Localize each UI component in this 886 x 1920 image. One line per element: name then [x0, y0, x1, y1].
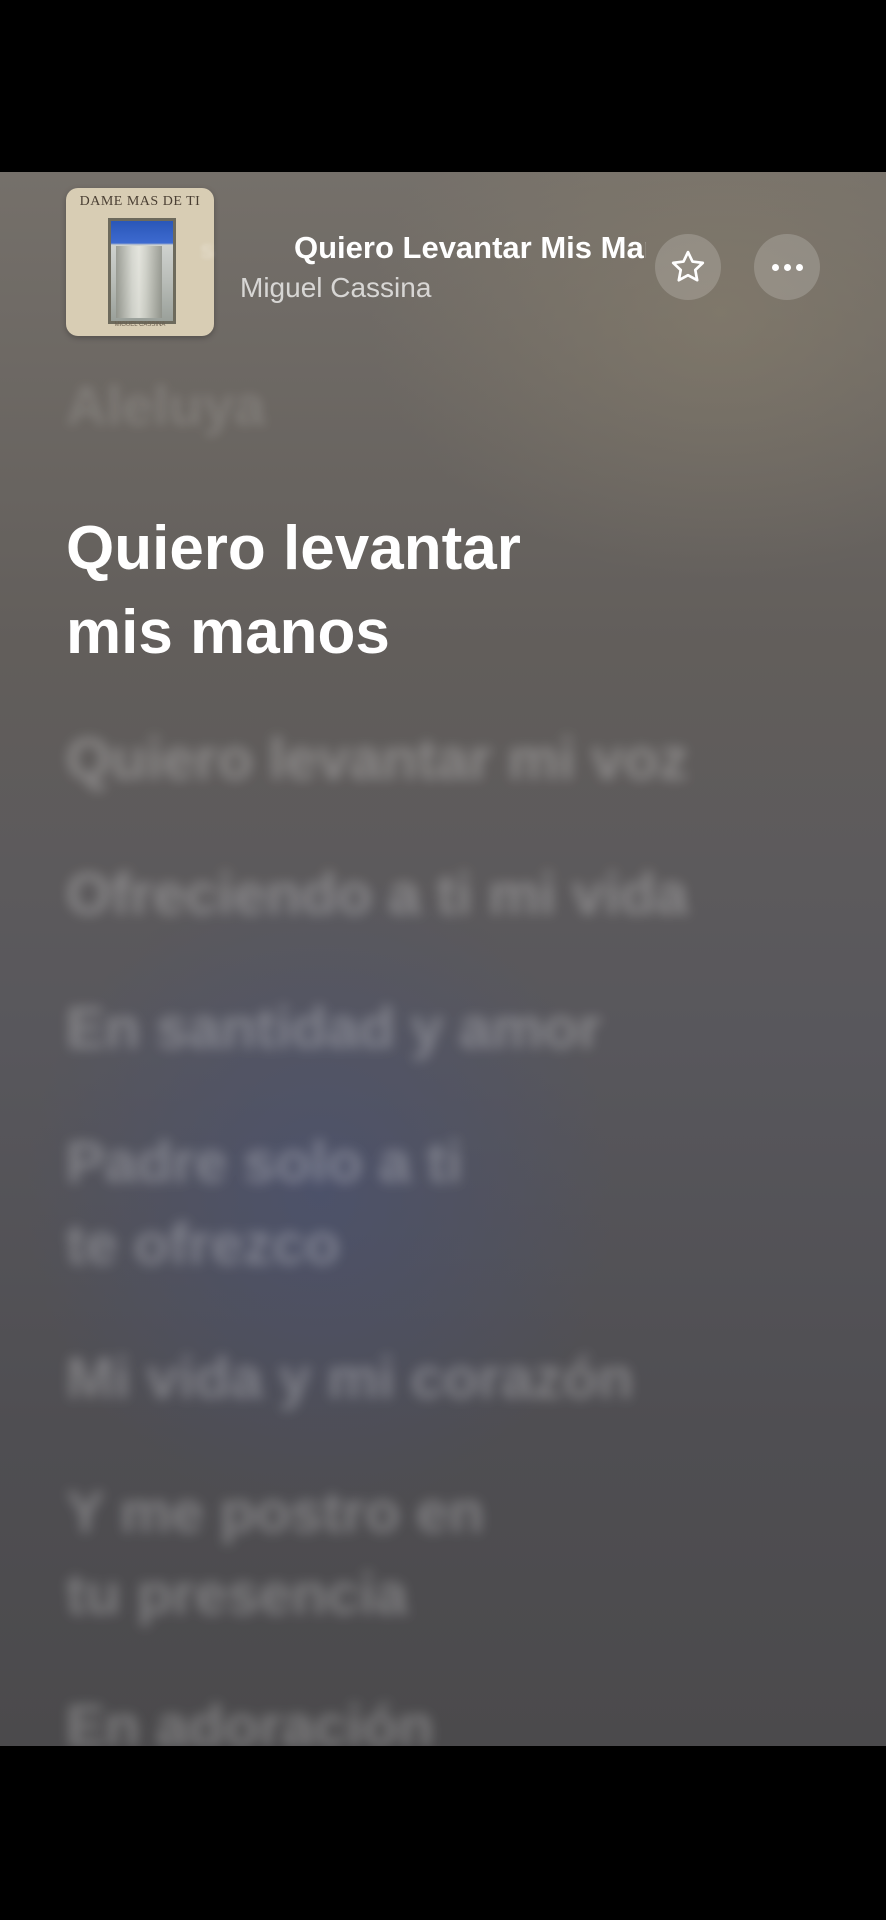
artist-name[interactable]: Miguel Cassina	[240, 272, 431, 304]
lyric-line[interactable]: Mi vida y mi corazón	[66, 1344, 633, 1414]
album-art-image-detail	[116, 246, 162, 318]
scrolling-title-ghost: s	[200, 234, 215, 264]
lyric-line[interactable]: En adoración	[66, 1692, 433, 1746]
lyrics-player: Aleluya Quiero levantar mis manos Quiero…	[0, 172, 886, 1746]
lyric-line-current-continued[interactable]: mis manos	[66, 591, 390, 675]
lyric-line[interactable]: Y me postro en	[66, 1478, 484, 1548]
lyric-line[interactable]: Padre solo a ti	[66, 1128, 462, 1198]
album-art-subtitle: MIGUEL CASSINA	[114, 322, 166, 328]
lyric-line-continued[interactable]: tu presencia	[66, 1560, 408, 1630]
lyric-line[interactable]: En santidad y amor	[66, 994, 601, 1064]
album-art-title: DAME MAS DE TI	[79, 194, 201, 209]
top-bar-black	[0, 0, 886, 172]
lyric-line-continued[interactable]: te ofrezco	[66, 1210, 340, 1280]
ellipsis-icon	[771, 263, 803, 271]
album-art[interactable]: DAME MAS DE TI MIGUEL CASSINA	[66, 188, 214, 336]
lyric-line[interactable]: Ofreciendo a ti mi vida	[66, 860, 688, 930]
lyric-line-previous[interactable]: Aleluya	[66, 372, 265, 439]
star-icon	[671, 250, 705, 282]
song-title-marquee[interactable]: Quiero Levantar Mis Manos	[294, 228, 646, 268]
bottom-bar-black	[0, 1746, 886, 1920]
lyric-line-current[interactable]: Quiero levantar	[66, 507, 521, 591]
more-options-button[interactable]	[754, 234, 820, 300]
favorite-button[interactable]	[655, 234, 721, 300]
song-title: Quiero Levantar Mis Manos	[294, 230, 646, 265]
lyric-line[interactable]: Quiero levantar mi voz	[66, 725, 688, 795]
